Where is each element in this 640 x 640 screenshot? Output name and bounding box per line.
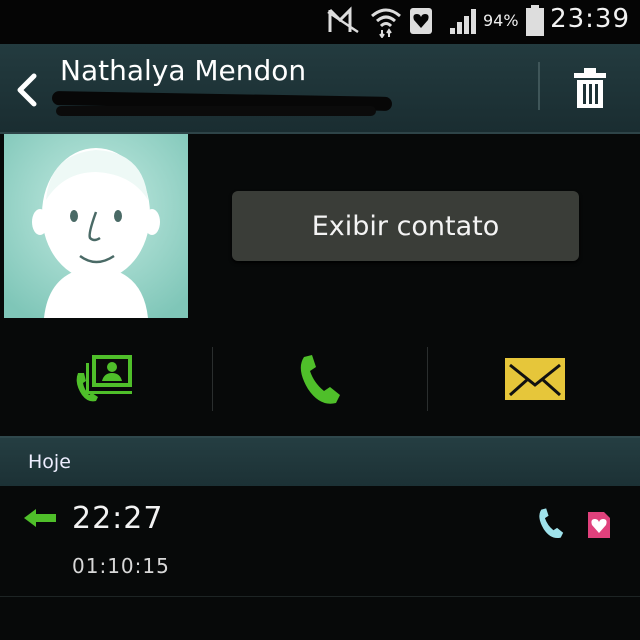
trash-icon: [574, 68, 606, 108]
mute-icon: [327, 6, 359, 34]
notification-heart-icon: [410, 8, 432, 34]
log-duration: 01:10:15: [72, 554, 170, 578]
sim-heart-icon: [588, 512, 610, 538]
redacted-phone-number-overlay: [56, 106, 376, 116]
back-button[interactable]: [8, 68, 48, 112]
call-button[interactable]: [214, 345, 426, 413]
contact-avatar: [4, 134, 188, 318]
phone-icon: [539, 508, 564, 539]
status-bar: 94% 23:39: [0, 0, 640, 44]
log-time: 22:27: [72, 501, 164, 536]
call-log-contact-button[interactable]: [0, 345, 212, 413]
action-divider: [427, 347, 428, 411]
signal-icon: [450, 9, 476, 34]
view-contact-button[interactable]: Exibir contato: [232, 191, 579, 261]
status-clock: 23:39: [550, 4, 630, 34]
battery-icon: [526, 5, 544, 36]
contact-header: Nathalya Mendon: [0, 44, 640, 134]
header-divider: [538, 62, 540, 110]
call-log-entry[interactable]: 22:27 01:10:15: [0, 486, 640, 597]
action-row: [0, 345, 640, 413]
history-section-header: Hoje: [0, 436, 640, 486]
action-divider: [212, 347, 213, 411]
envelope-icon: [505, 358, 565, 400]
section-title: Hoje: [28, 451, 71, 473]
contact-name: Nathalya Mendon: [60, 54, 307, 87]
incoming-arrow-icon: [24, 509, 56, 527]
phone-icon: [300, 355, 340, 404]
battery-percent: 94%: [483, 11, 519, 30]
contact-card-phone-icon: [76, 355, 132, 402]
message-button[interactable]: [429, 345, 640, 413]
chevron-left-icon: [17, 73, 37, 107]
default-avatar-icon: [4, 134, 188, 318]
delete-button[interactable]: [566, 64, 614, 112]
wifi-icon: [371, 8, 401, 38]
